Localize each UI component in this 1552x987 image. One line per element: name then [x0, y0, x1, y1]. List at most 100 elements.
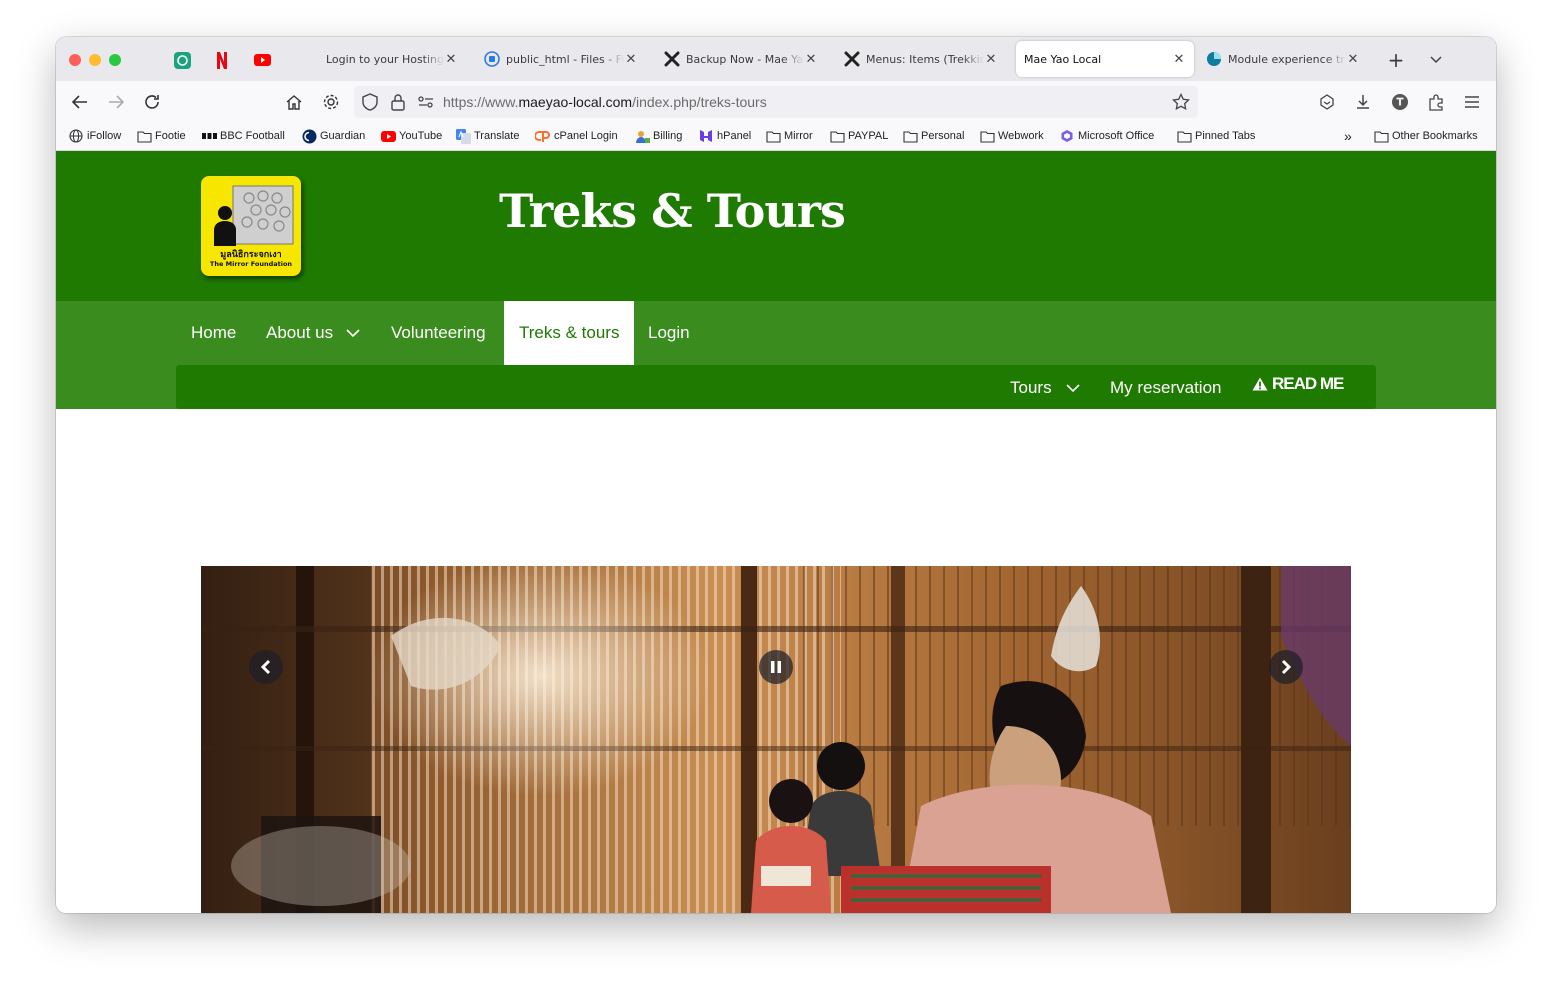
image-slider[interactable]	[201, 566, 1351, 913]
slider-next-button[interactable]	[1269, 650, 1303, 684]
permissions-icon[interactable]	[417, 94, 435, 114]
hamburger-menu-icon[interactable]	[1459, 89, 1485, 115]
sub-navigation: Tours My reservation READ ME	[176, 365, 1376, 409]
tab-close-icon[interactable]: ✕	[1346, 52, 1360, 67]
tab-mae-yao-local[interactable]: Mae Yao Local ✕	[1016, 41, 1194, 77]
folder-icon	[902, 128, 918, 144]
tab-menus[interactable]: Menus: Items (Trekking ✕	[836, 41, 1006, 77]
logo-english-text: The Mirror Foundation	[209, 260, 293, 268]
bookmark-other-bookmarks[interactable]: Other Bookmarks	[1373, 128, 1478, 144]
bookmark-label: cPanel Login	[554, 130, 618, 142]
bookmark-webwork[interactable]: Webwork	[979, 128, 1044, 144]
hpanel-icon	[698, 128, 714, 144]
tab-hostinger[interactable]: Login to your Hostinger acc ✕	[296, 41, 466, 77]
tab-close-icon[interactable]: ✕	[624, 52, 638, 67]
account-avatar-icon[interactable]	[1387, 89, 1413, 115]
tab-label: Menus: Items (Trekking	[866, 52, 984, 66]
back-arrow-icon[interactable]	[67, 89, 93, 115]
bookmark-label: Webwork	[998, 130, 1044, 142]
bookmark-translate[interactable]: Translate	[455, 128, 519, 144]
bookmark-mirror[interactable]: Mirror	[765, 128, 813, 144]
tab-close-icon[interactable]: ✕	[1172, 52, 1186, 67]
bookmark-personal[interactable]: Personal	[902, 128, 964, 144]
chevron-down-icon[interactable]	[1066, 383, 1080, 393]
lock-icon[interactable]	[390, 93, 406, 115]
bookmark-hpanel[interactable]: hPanel	[698, 128, 751, 144]
nav-item-treks-tours[interactable]: Treks & tours	[504, 301, 635, 365]
tab-close-icon[interactable]: ✕	[444, 52, 458, 67]
main-navigation: Home About us Volunteering Treks & tours…	[56, 301, 1496, 409]
pause-icon	[771, 661, 781, 673]
bookmark-pinned-tabs[interactable]: Pinned Tabs	[1176, 128, 1255, 144]
reload-icon[interactable]	[139, 89, 165, 115]
bookmark-label: Other Bookmarks	[1392, 130, 1478, 142]
subnav-label: READ ME	[1272, 374, 1344, 393]
slider-pause-button[interactable]	[759, 650, 793, 684]
cpanel-icon	[535, 128, 551, 144]
url-text[interactable]: https://www.maeyao-local.com/index.php/t…	[443, 94, 767, 110]
warning-triangle-icon	[1252, 377, 1268, 391]
list-tabs-chevron-icon[interactable]	[1423, 47, 1449, 73]
chevron-left-icon	[260, 659, 271, 675]
nav-item-volunteering[interactable]: Volunteering	[391, 301, 486, 365]
bookmarks-toolbar: iFollow Footie BBC Football Guardian You…	[56, 123, 1496, 151]
folder-icon	[1176, 128, 1192, 144]
tab-label: Module experience trac	[1228, 52, 1346, 66]
module-icon	[1206, 51, 1222, 67]
billing-icon	[634, 128, 650, 144]
bookmark-bbc-football[interactable]: BBC Football	[201, 128, 285, 144]
pocket-icon[interactable]	[1314, 89, 1340, 115]
bookmark-label: Microsoft Office	[1078, 130, 1155, 142]
bookmark-microsoft-office[interactable]: Microsoft Office	[1059, 128, 1154, 144]
bookmark-guardian[interactable]: Guardian	[301, 128, 365, 144]
tab-close-icon[interactable]: ✕	[804, 52, 818, 67]
bookmark-star-icon[interactable]	[1172, 92, 1190, 115]
joomla-icon	[844, 51, 860, 67]
nav-item-label: About us	[266, 323, 334, 342]
subnav-item-my-reservation[interactable]: My reservation	[1110, 365, 1221, 411]
nav-item-login[interactable]: Login	[648, 301, 690, 365]
chevron-down-icon[interactable]	[346, 328, 360, 338]
tab-backup[interactable]: Backup Now - Mae Yao ✕	[656, 41, 826, 77]
slider-previous-button[interactable]	[249, 650, 283, 684]
bookmark-billing[interactable]: Billing	[634, 128, 682, 144]
bookmark-youtube[interactable]: YouTube	[380, 128, 442, 144]
forward-arrow-icon[interactable]	[103, 89, 129, 115]
bookmark-ifollow[interactable]: iFollow	[68, 128, 121, 144]
pinned-tab-youtube[interactable]	[253, 51, 271, 69]
bookmark-label: YouTube	[399, 130, 443, 142]
zoom-window-button[interactable]	[109, 54, 121, 66]
downloads-icon[interactable]	[1350, 89, 1376, 115]
bookmark-label: Personal	[921, 130, 965, 142]
more-bookmarks-chevron-icon[interactable]: »	[1344, 128, 1352, 144]
subnav-label: Tours	[1010, 378, 1052, 397]
bookmark-cpanel[interactable]: cPanel Login	[535, 128, 618, 144]
new-tab-plus-icon[interactable]: +	[1383, 47, 1409, 73]
bookmark-label: Mirror	[784, 130, 813, 142]
home-icon[interactable]	[281, 89, 307, 115]
slide-photo-bamboo-hut	[201, 566, 1351, 913]
subnav-item-read-me[interactable]: READ ME	[1252, 361, 1344, 407]
chevron-right-icon	[1281, 659, 1292, 675]
bookmark-paypal[interactable]: PAYPAL	[829, 128, 888, 144]
folder-icon	[765, 128, 781, 144]
settings-gear-icon[interactable]	[318, 89, 344, 115]
nav-item-about-us[interactable]: About us	[266, 301, 360, 365]
close-window-button[interactable]	[69, 54, 81, 66]
url-bar[interactable]: https://www.maeyao-local.com/index.php/t…	[354, 86, 1198, 118]
subnav-item-tours[interactable]: Tours	[1010, 365, 1080, 411]
tab-close-icon[interactable]: ✕	[984, 52, 998, 67]
browser-window: Login to your Hostinger acc ✕ public_htm…	[56, 37, 1496, 913]
shield-icon[interactable]	[361, 93, 379, 115]
mirror-foundation-logo[interactable]: มูลนิธิกระจกเงา The Mirror Foundation	[201, 176, 301, 276]
bookmark-footie[interactable]: Footie	[136, 128, 186, 144]
pinned-tab-chatgpt[interactable]	[173, 51, 191, 69]
url-domain: maeyao-local.com	[518, 94, 633, 110]
minimize-window-button[interactable]	[89, 54, 101, 66]
extensions-puzzle-icon[interactable]	[1423, 89, 1449, 115]
globe-icon	[68, 128, 84, 144]
pinned-tab-netflix[interactable]	[213, 51, 231, 69]
tab-files[interactable]: public_html - Files - File ✕	[476, 41, 646, 77]
nav-item-home[interactable]: Home	[191, 301, 236, 365]
tab-module[interactable]: Module experience trac ✕	[1198, 41, 1368, 77]
